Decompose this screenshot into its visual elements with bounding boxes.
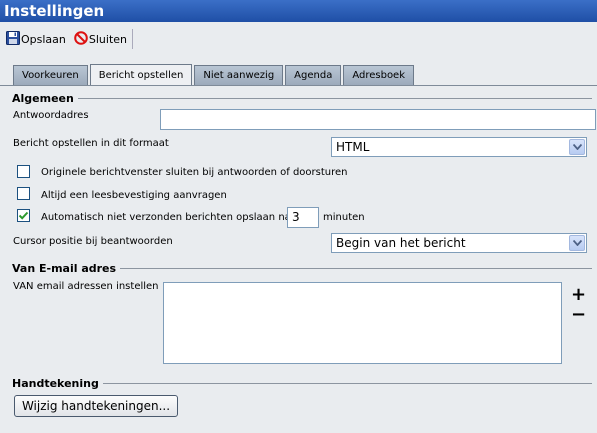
read-receipt-label: Altijd een leesbevestiging aanvragen bbox=[41, 190, 227, 201]
save-button[interactable]: Opslaan bbox=[4, 30, 68, 48]
chevron-down-icon[interactable] bbox=[569, 235, 585, 251]
from-addresses-label: VAN email adressen instellen bbox=[13, 281, 159, 292]
autosave-minutes-input[interactable]: 3 bbox=[287, 207, 319, 228]
tab-out-of-office[interactable]: Niet aanwezig bbox=[194, 65, 284, 85]
section-general-heading: Algemeen bbox=[5, 92, 78, 105]
section-divider bbox=[77, 98, 592, 99]
section-signature: Handtekening bbox=[5, 377, 592, 390]
tab-strip: Voorkeuren Bericht opstellen Niet aanwez… bbox=[13, 63, 416, 86]
checkmark-icon bbox=[18, 211, 29, 220]
section-signature-heading: Handtekening bbox=[5, 377, 103, 390]
tab-compose[interactable]: Bericht opstellen bbox=[89, 64, 193, 86]
tab-preferences[interactable]: Voorkeuren bbox=[13, 65, 88, 85]
cursor-position-label: Cursor positie bij beantwoorden bbox=[13, 236, 173, 247]
format-select-value: HTML bbox=[336, 140, 370, 154]
autosave-unit-label: minuten bbox=[323, 212, 365, 223]
format-select[interactable]: HTML bbox=[331, 137, 587, 157]
read-receipt-checkbox[interactable] bbox=[17, 187, 30, 200]
cursor-position-value: Begin van het bericht bbox=[336, 236, 466, 250]
cursor-position-select[interactable]: Begin van het bericht bbox=[331, 233, 587, 253]
section-divider bbox=[102, 383, 592, 384]
section-from-address: Van E-mail adres bbox=[5, 262, 592, 275]
from-addresses-list[interactable] bbox=[163, 282, 562, 364]
add-address-button[interactable]: + bbox=[571, 286, 586, 304]
autosave-checkbox[interactable] bbox=[17, 209, 30, 222]
close-original-label: Originele berichtvenster sluiten bij ant… bbox=[41, 167, 348, 178]
close-button[interactable]: Sluiten bbox=[72, 30, 129, 48]
tab-address-book[interactable]: Adresboek bbox=[343, 65, 415, 85]
section-divider bbox=[120, 268, 592, 269]
floppy-disk-icon bbox=[6, 30, 20, 48]
close-original-checkbox[interactable] bbox=[17, 165, 30, 178]
tab-calendar[interactable]: Agenda bbox=[285, 65, 342, 85]
reply-address-label: Antwoordadres bbox=[13, 110, 89, 121]
tab-baseline bbox=[0, 85, 597, 86]
edit-signatures-button[interactable]: Wijzig handtekeningen... bbox=[14, 395, 178, 417]
remove-address-button[interactable]: − bbox=[571, 306, 586, 324]
save-label: Opslaan bbox=[21, 32, 66, 46]
window-title: Instellingen bbox=[0, 0, 597, 22]
chevron-down-icon[interactable] bbox=[569, 139, 585, 155]
autosave-label: Automatisch niet verzonden berichten ops… bbox=[41, 212, 295, 223]
section-general: Algemeen bbox=[5, 92, 592, 105]
close-label: Sluiten bbox=[88, 32, 128, 46]
format-label: Bericht opstellen in dit formaat bbox=[13, 138, 169, 149]
toolbar: Opslaan Sluiten bbox=[0, 27, 597, 51]
no-entry-icon bbox=[74, 30, 88, 48]
reply-address-input[interactable] bbox=[160, 109, 596, 130]
toolbar-separator bbox=[132, 29, 134, 49]
section-from-address-heading: Van E-mail adres bbox=[5, 262, 121, 275]
